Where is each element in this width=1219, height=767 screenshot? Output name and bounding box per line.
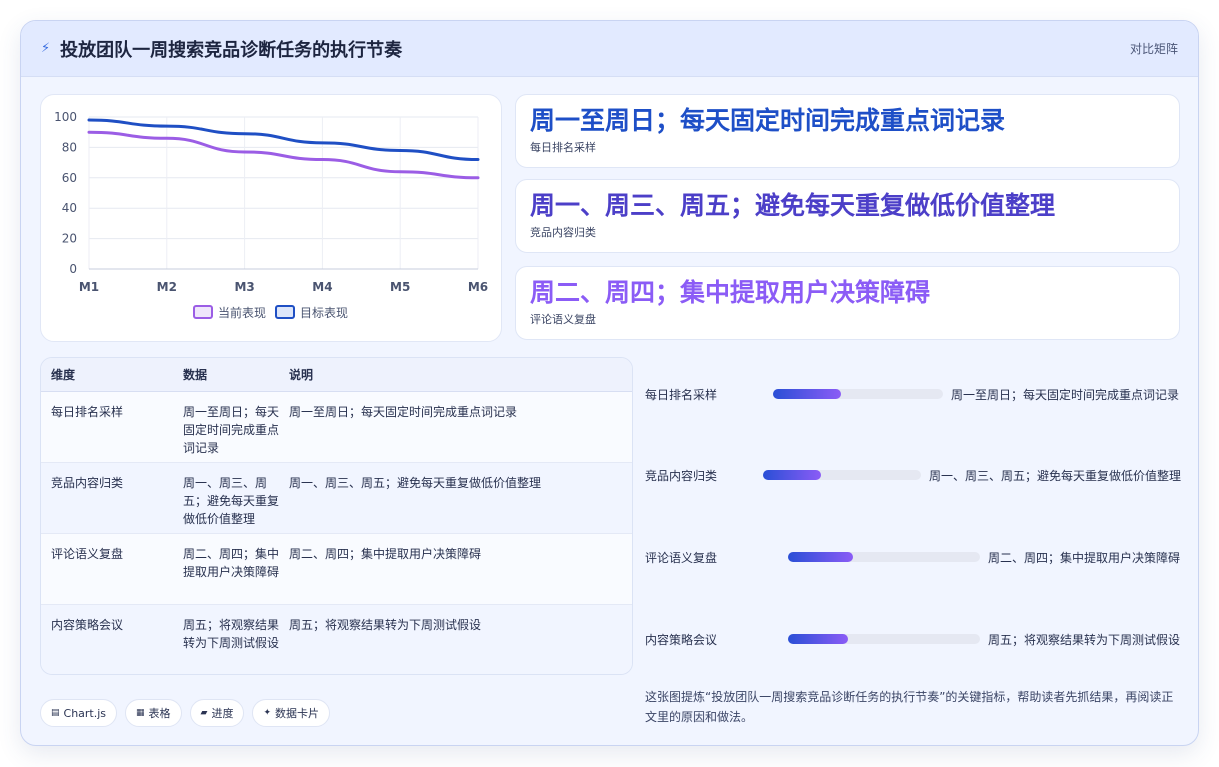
badge-label: 数据卡片 bbox=[275, 707, 320, 720]
legend-swatch bbox=[275, 305, 295, 319]
stat-label: 竞品内容归类 bbox=[530, 226, 596, 239]
cell-description: 周五；将观察结果转为下周测试假设 bbox=[289, 618, 482, 632]
legend-label: 当前表现 bbox=[218, 305, 266, 320]
y-tick-label: 20 bbox=[62, 232, 77, 246]
y-tick-label: 40 bbox=[62, 201, 77, 215]
stat-label: 评论语义复盘 bbox=[530, 313, 596, 326]
chart-icon: ▤ bbox=[51, 708, 60, 718]
stat-card-daily-ranking: 周一至周日；每天固定时间完成重点词记录 每日排名采样 bbox=[515, 94, 1180, 168]
data-table: 维度 数据 说明 每日排名采样 周一至周日；每天固定时间完成重点词记录 周一至周… bbox=[40, 357, 633, 675]
y-tick-label: 0 bbox=[69, 262, 77, 276]
badge-list: ▤ Chart.js ▦ 表格 ▰ 进度 ✦ 数据卡片 bbox=[40, 699, 331, 727]
progress-label: 内容策略会议 bbox=[645, 632, 718, 647]
cell-description: 周二、周四；集中提取用户决策障碍 bbox=[289, 547, 482, 561]
stat-value: 周二、周四；集中提取用户决策障碍 bbox=[530, 278, 931, 307]
x-tick-label: M1 bbox=[79, 280, 99, 294]
progress-fill bbox=[788, 634, 848, 644]
cell-description: 周一至周日；每天固定时间完成重点词记录 bbox=[289, 405, 518, 419]
column-header-description: 说明 bbox=[289, 368, 314, 382]
progress-text: 周二、周四；集中提取用户决策障碍 bbox=[988, 550, 1181, 565]
cell-data: 周二、周四；集中提取用户决策障碍 bbox=[183, 547, 280, 579]
badge-table[interactable]: ▦ 表格 bbox=[125, 699, 182, 727]
progress-icon: ▰ bbox=[200, 708, 208, 718]
x-tick-label: M5 bbox=[390, 280, 410, 294]
y-tick-label: 60 bbox=[62, 171, 77, 185]
cell-data: 周一至周日；每天固定时间完成重点词记录 bbox=[183, 405, 280, 455]
column-header-dimension: 维度 bbox=[51, 368, 76, 382]
y-tick-label: 80 bbox=[62, 140, 77, 154]
progress-text: 周一、周三、周五；避免每天重复做低价值整理 bbox=[929, 468, 1182, 483]
badge-label: 表格 bbox=[148, 707, 171, 720]
stat-value: 周一至周日；每天固定时间完成重点词记录 bbox=[530, 106, 1006, 135]
header: ⚡ 投放团队一周搜索竞品诊断任务的执行节奏 对比矩阵 bbox=[21, 21, 1198, 77]
progress-fill bbox=[773, 389, 841, 399]
stat-card-competitor-content: 周一、周三、周五；避免每天重复做低价值整理 竞品内容归类 bbox=[515, 179, 1180, 253]
cell-dimension: 评论语义复盘 bbox=[51, 547, 124, 561]
table-row: 每日排名采样 周一至周日；每天固定时间完成重点词记录 周一至周日；每天固定时间完… bbox=[41, 392, 632, 463]
badge-chartjs[interactable]: ▤ Chart.js bbox=[40, 699, 118, 727]
progress-track bbox=[773, 389, 943, 399]
progress-label: 评论语义复盘 bbox=[645, 550, 718, 565]
progress-row: 内容策略会议 周五；将观察结果转为下周测试假设 bbox=[645, 629, 1181, 649]
progress-fill bbox=[788, 552, 854, 562]
page-title: 投放团队一周搜索竞品诊断任务的执行节奏 bbox=[60, 39, 403, 61]
progress-track bbox=[788, 552, 980, 562]
table-icon: ▦ bbox=[136, 708, 145, 718]
progress-label: 竞品内容归类 bbox=[645, 468, 718, 483]
cell-data: 周一、周三、周五；避免每天重复做低价值整理 bbox=[183, 476, 280, 526]
table-row: 内容策略会议 周五；将观察结果转为下周测试假设 周五；将观察结果转为下周测试假设 bbox=[41, 605, 632, 674]
progress-row: 评论语义复盘 周二、周四；集中提取用户决策障碍 bbox=[645, 547, 1181, 567]
progress-fill bbox=[763, 470, 822, 480]
x-tick-label: M2 bbox=[157, 280, 177, 294]
series-line-target bbox=[87, 118, 480, 162]
progress-track bbox=[788, 634, 980, 644]
x-tick-label: M4 bbox=[312, 280, 332, 294]
stat-value: 周一、周三、周五；避免每天重复做低价值整理 bbox=[530, 191, 1056, 220]
stat-label: 每日排名采样 bbox=[530, 141, 596, 154]
summary-note: 这张图提炼“投放团队一周搜索竞品诊断任务的执行节奏”的关键指标，帮助读者先抓结果… bbox=[645, 690, 1174, 724]
progress-track bbox=[763, 470, 921, 480]
badge-data-card[interactable]: ✦ 数据卡片 bbox=[252, 699, 331, 727]
line-chart: 0 20 40 60 80 100 M1 M2 M3 M4 M5 M6 当前表现 目标表现 bbox=[54, 110, 488, 320]
cell-dimension: 竞品内容归类 bbox=[51, 476, 124, 490]
y-tick-label: 100 bbox=[54, 110, 77, 124]
badge-label: Chart.js bbox=[63, 706, 107, 720]
cell-description: 周一、周三、周五；避免每天重复做低价值整理 bbox=[289, 476, 542, 490]
progress-row: 每日排名采样 周一至周日；每天固定时间完成重点词记录 bbox=[645, 384, 1181, 404]
table-row: 竞品内容归类 周一、周三、周五；避免每天重复做低价值整理 周一、周三、周五；避免… bbox=[41, 463, 632, 534]
lightning-icon: ⚡ bbox=[41, 41, 51, 56]
progress-text: 周五；将观察结果转为下周测试假设 bbox=[988, 632, 1181, 647]
cell-dimension: 内容策略会议 bbox=[51, 618, 124, 632]
cell-data: 周五；将观察结果转为下周测试假设 bbox=[183, 618, 280, 650]
x-tick-label: M3 bbox=[234, 280, 254, 294]
badge-progress[interactable]: ▰ 进度 bbox=[189, 699, 245, 727]
x-tick-label: M6 bbox=[468, 280, 488, 294]
progress-label: 每日排名采样 bbox=[645, 387, 718, 402]
legend-label: 目标表现 bbox=[300, 306, 348, 320]
column-header-data: 数据 bbox=[183, 368, 208, 382]
stat-card-review-semantic: 周二、周四；集中提取用户决策障碍 评论语义复盘 bbox=[515, 266, 1180, 340]
table-row: 评论语义复盘 周二、周四；集中提取用户决策障碍 周二、周四；集中提取用户决策障碍 bbox=[41, 534, 632, 605]
legend-swatch bbox=[193, 305, 213, 319]
cell-dimension: 每日排名采样 bbox=[51, 405, 124, 419]
compare-matrix-link[interactable]: 对比矩阵 bbox=[1130, 40, 1178, 57]
sparkle-icon: ✦ bbox=[263, 708, 272, 718]
table-header: 维度 数据 说明 bbox=[41, 358, 632, 392]
progress-row: 竞品内容归类 周一、周三、周五；避免每天重复做低价值整理 bbox=[645, 465, 1181, 485]
dashboard-frame: ⚡ 投放团队一周搜索竞品诊断任务的执行节奏 对比矩阵 0 20 40 60 80 100 M… bbox=[20, 20, 1199, 746]
progress-text: 周一至周日；每天固定时间完成重点词记录 bbox=[951, 387, 1180, 402]
line-chart-card: 0 20 40 60 80 100 M1 M2 M3 M4 M5 M6 当前表现 目标表现 bbox=[40, 94, 502, 342]
badge-label: 进度 bbox=[211, 707, 234, 720]
